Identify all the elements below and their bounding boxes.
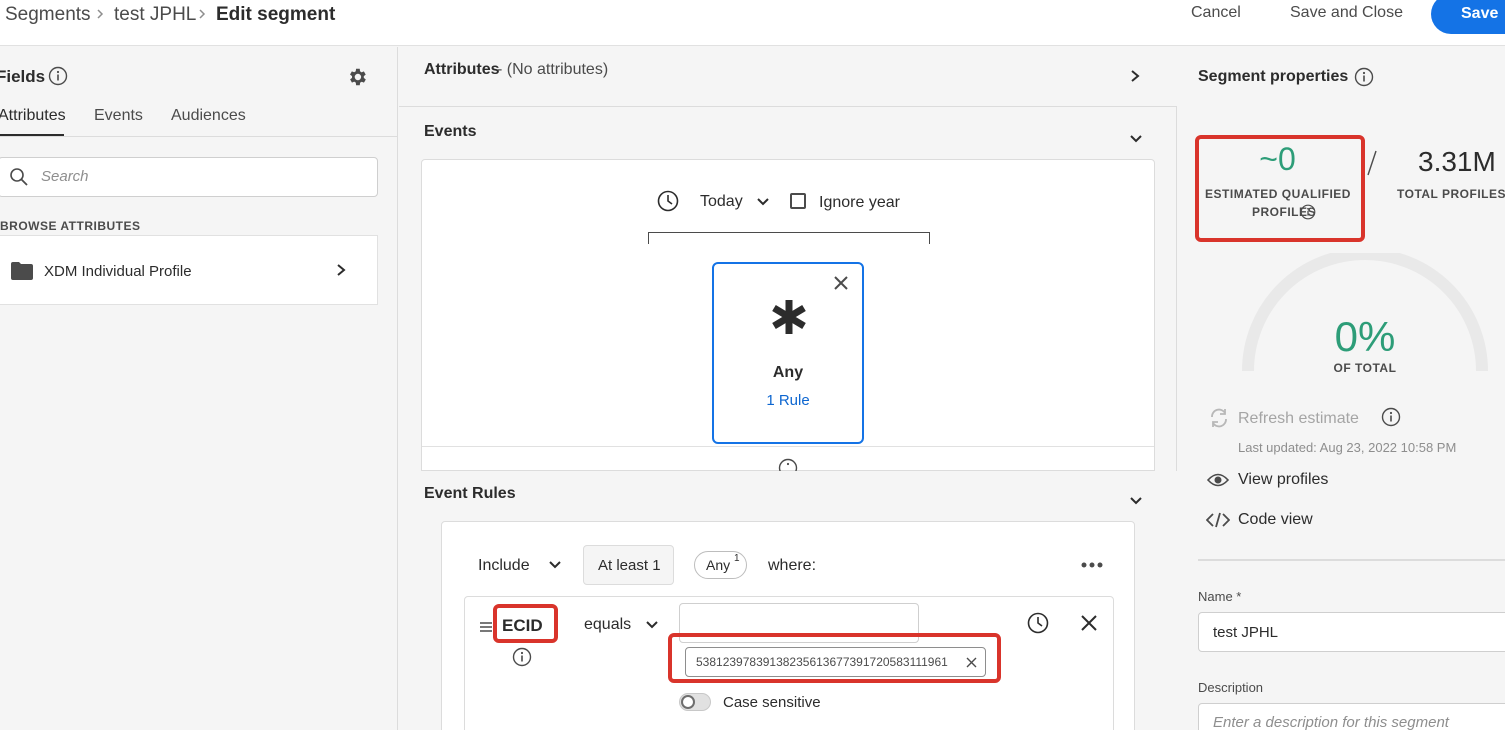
tabs-divider	[0, 136, 398, 137]
highlight-box	[493, 604, 558, 643]
events-card: Today Ignore year Any 1 Rule	[421, 159, 1155, 472]
segment-properties-title: Segment properties	[1198, 68, 1349, 85]
asterisk-icon	[772, 300, 806, 334]
count-select[interactable]: At least 1	[583, 545, 674, 585]
highlight-box	[668, 633, 1001, 683]
ignore-year-label: Ignore year	[819, 194, 900, 211]
clock-icon[interactable]	[1027, 612, 1049, 634]
event-rules-title: Event Rules	[424, 485, 516, 502]
any-badge-superscript: 1	[734, 553, 740, 564]
chevron-down-icon[interactable]	[756, 197, 770, 207]
chevron-down-icon[interactable]	[1129, 495, 1143, 507]
view-profiles-button[interactable]: View profiles	[1238, 471, 1328, 489]
drag-handle-icon[interactable]	[479, 621, 493, 633]
chevron-down-icon[interactable]	[548, 560, 562, 570]
gear-icon[interactable]	[346, 66, 368, 88]
chevron-down-icon[interactable]	[645, 620, 659, 630]
operator-select[interactable]: equals	[584, 616, 631, 634]
percent-label: OF TOTAL	[1333, 361, 1397, 375]
cancel-button[interactable]: Cancel	[1191, 4, 1241, 22]
code-view-button[interactable]: Code view	[1238, 511, 1313, 529]
event-card-title: Any	[772, 364, 804, 381]
search-icon	[10, 168, 28, 186]
close-icon[interactable]	[832, 274, 850, 292]
properties-divider	[1198, 559, 1505, 561]
fields-panel: Fields Attributes Events Audiences Searc…	[0, 47, 398, 730]
name-value: test JPHL	[1213, 624, 1279, 641]
name-field[interactable]: test JPHL	[1198, 612, 1505, 652]
divider-slash	[1367, 150, 1377, 176]
attributes-title: Attributes	[424, 61, 500, 78]
last-updated-text: Last updated: Aug 23, 2022 10:58 PM	[1238, 440, 1457, 455]
count-label: At least 1	[598, 557, 661, 574]
info-icon[interactable]	[1381, 407, 1401, 427]
breadcrumb-current: Edit segment	[216, 4, 336, 25]
info-icon[interactable]	[1354, 67, 1374, 87]
tab-attributes[interactable]: Attributes	[0, 107, 66, 125]
toggle-knob	[681, 695, 695, 709]
folder-icon	[11, 262, 33, 280]
time-range-value[interactable]: Today	[700, 193, 743, 211]
more-icon[interactable]	[1081, 562, 1103, 568]
where-label: where:	[768, 557, 817, 574]
breadcrumb-segments[interactable]: Segments	[5, 4, 91, 26]
fields-title: Fields	[0, 67, 46, 86]
tab-audiences[interactable]: Audiences	[171, 107, 246, 125]
save-and-close-button[interactable]: Save and Close	[1290, 4, 1403, 22]
clock-icon	[657, 190, 679, 212]
attributes-section[interactable]: Attributes - (No attributes)	[399, 47, 1177, 107]
any-badge[interactable]: Any 1	[694, 551, 747, 579]
code-icon	[1206, 512, 1230, 528]
browse-item-label: XDM Individual Profile	[44, 263, 192, 280]
refresh-icon[interactable]	[1208, 407, 1230, 429]
chevron-right-icon	[337, 264, 346, 276]
segment-properties-panel: Segment properties ~0 ESTIMATED QUALIFIE…	[1178, 47, 1505, 730]
chevron-right-icon[interactable]	[1129, 69, 1141, 83]
info-icon[interactable]	[48, 66, 68, 86]
rule-row: ECID equals 5381239783913823561367739172…	[464, 596, 1114, 730]
total-profiles-value: 3.31M	[1418, 146, 1496, 177]
segment-canvas: Attributes - (No attributes) Events Toda…	[399, 47, 1177, 730]
description-label: Description	[1198, 680, 1264, 695]
save-button[interactable]: Save	[1431, 0, 1505, 34]
event-rule-container: Include At least 1 Any 1 where: ECID equ…	[441, 521, 1135, 730]
ignore-year-checkbox[interactable]	[790, 193, 806, 209]
close-icon[interactable]	[1080, 614, 1098, 632]
refresh-estimate-button[interactable]: Refresh estimate	[1238, 410, 1359, 428]
chevron-down-icon[interactable]	[1129, 133, 1143, 145]
event-bracket	[648, 232, 930, 244]
percent-value: 0%	[1334, 313, 1396, 360]
browse-item-xdm-individual-profile[interactable]: XDM Individual Profile	[0, 235, 378, 305]
total-profiles-label: TOTAL PROFILES	[1397, 187, 1505, 201]
event-card-rules-link[interactable]: 1 Rule	[714, 392, 862, 409]
case-sensitive-label: Case sensitive	[723, 694, 821, 711]
breadcrumb-test-jphl[interactable]: test JPHL	[114, 4, 196, 26]
info-icon[interactable]	[778, 458, 798, 472]
info-icon[interactable]	[512, 647, 532, 667]
description-field[interactable]: Enter a description for this segment	[1198, 703, 1505, 730]
top-bar: Segments test JPHL Edit segment Cancel S…	[0, 0, 1505, 46]
search-input[interactable]: Search	[41, 168, 89, 185]
card-divider	[422, 446, 1154, 447]
highlight-box	[1195, 135, 1365, 242]
name-label: Name *	[1198, 589, 1242, 604]
chevron-right-icon	[97, 9, 104, 19]
any-badge-label: Any	[706, 557, 731, 573]
event-card-any[interactable]: Any 1 Rule	[712, 262, 864, 444]
include-select[interactable]: Include	[478, 557, 530, 575]
events-title: Events	[424, 123, 477, 140]
case-sensitive-toggle[interactable]	[679, 693, 711, 711]
description-placeholder: Enter a description for this segment	[1213, 714, 1449, 730]
browse-attributes-label: BROWSE ATTRIBUTES	[0, 219, 141, 233]
attributes-subtitle: - (No attributes)	[497, 61, 609, 78]
search-field[interactable]: Search	[0, 157, 378, 197]
eye-icon	[1207, 473, 1229, 487]
tab-events[interactable]: Events	[94, 107, 143, 125]
chevron-right-icon	[199, 9, 206, 19]
